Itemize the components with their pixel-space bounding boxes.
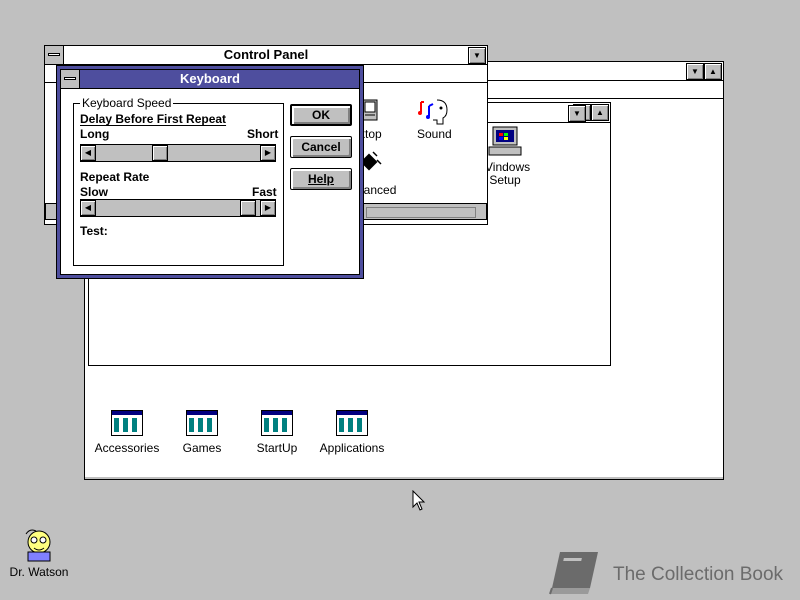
delay-right-arrow[interactable]: ▶ — [260, 145, 276, 161]
minimize-button[interactable]: ▼ — [468, 47, 486, 64]
delay-max-label: Short — [247, 127, 279, 141]
ok-button[interactable]: OK — [290, 104, 352, 126]
repeat-rate-slider[interactable]: ◀ ▶ — [80, 199, 276, 217]
keyboard-dialog: Keyboard Keyboard Speed Delay Before Fir… — [56, 65, 364, 279]
window-bottom-edge — [85, 477, 723, 479]
program-group-icon[interactable] — [336, 410, 368, 436]
group-label-applications[interactable]: Applications — [318, 441, 386, 455]
delay-label: Delay Before First Repeat — [80, 112, 226, 126]
control-panel-system-menu[interactable] — [45, 46, 64, 64]
program-group-icon[interactable] — [186, 410, 218, 436]
dr-watson-icon[interactable] — [22, 528, 56, 562]
windows-setup-label-line2[interactable]: Setup — [485, 173, 525, 187]
maximize-button[interactable]: ▲ — [704, 63, 722, 80]
cancel-button[interactable]: Cancel — [290, 136, 352, 158]
dialog-inner: Keyboard Keyboard Speed Delay Before Fir… — [60, 69, 360, 275]
dr-watson-label[interactable]: Dr. Watson — [4, 565, 74, 579]
group-label-accessories[interactable]: Accessories — [93, 441, 161, 455]
repeat-right-arrow[interactable]: ▶ — [260, 200, 276, 216]
program-group-icon[interactable] — [261, 410, 293, 436]
sound-label[interactable]: Sound — [417, 127, 452, 141]
book-watermark-icon — [549, 552, 598, 595]
test-label: Test: — [80, 224, 108, 238]
mouse-cursor-icon — [412, 490, 426, 511]
sound-icon[interactable] — [417, 96, 451, 128]
windows-setup-label-line1[interactable]: Vindows — [485, 160, 530, 174]
repeat-max-label: Fast — [252, 185, 277, 199]
maximize-button[interactable]: ▲ — [591, 104, 609, 121]
desktop-icon[interactable] — [361, 98, 381, 124]
hscroll-track[interactable] — [366, 207, 476, 218]
control-panel-titlebar[interactable]: Control Panel — [45, 46, 487, 65]
delay-min-label: Long — [80, 127, 110, 141]
delay-slider-thumb[interactable] — [152, 145, 169, 161]
keyboard-title: Keyboard — [180, 71, 240, 86]
group-label-games[interactable]: Games — [168, 441, 236, 455]
minimize-button[interactable]: ▼ — [686, 63, 704, 80]
windows-setup-icon[interactable] — [487, 125, 523, 159]
delay-left-arrow[interactable]: ◀ — [80, 145, 96, 161]
keyboard-system-menu[interactable] — [61, 70, 80, 88]
keyboard-titlebar[interactable]: Keyboard — [61, 70, 359, 89]
keyboard-speed-group-label: Keyboard Speed — [80, 96, 174, 110]
repeat-rate-label: Repeat Rate — [80, 170, 149, 184]
watermark-text: The Collection Book — [613, 564, 784, 585]
repeat-rate-label-text: Repeat Rate — [80, 170, 150, 184]
delay-label-text: Delay Before First Repeat — [80, 112, 227, 126]
delay-slider[interactable]: ◀ ▶ — [80, 144, 276, 162]
help-button-label: Help — [307, 172, 334, 186]
control-panel-scroll-down-button[interactable]: ▼ — [568, 105, 586, 122]
repeat-min-label: Slow — [80, 185, 109, 199]
program-group-icon[interactable] — [111, 410, 143, 436]
control-panel-title: Control Panel — [223, 47, 309, 62]
help-button[interactable]: Help — [290, 168, 352, 190]
repeat-left-arrow[interactable]: ◀ — [80, 200, 96, 216]
group-label-startup[interactable]: StartUp — [243, 441, 311, 455]
repeat-slider-thumb[interactable] — [239, 200, 256, 216]
test-input[interactable] — [121, 220, 271, 240]
